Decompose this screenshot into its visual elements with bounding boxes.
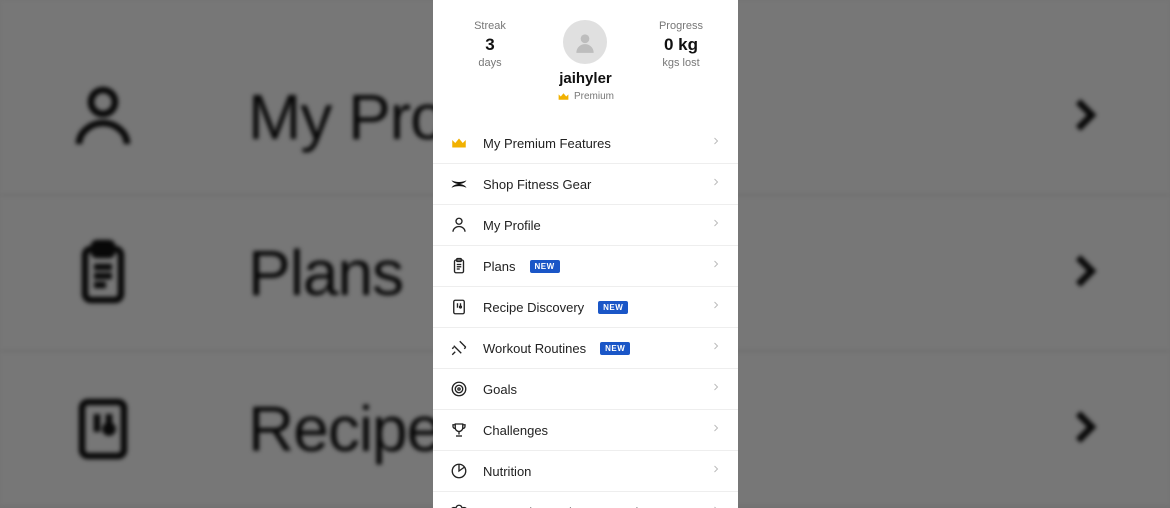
menu-label: Challenges: [483, 423, 548, 438]
menu-item-challenges[interactable]: Challenges: [433, 410, 738, 451]
menu-item-goals[interactable]: Goals: [433, 369, 738, 410]
premium-label: Premium: [574, 91, 614, 102]
recipe-icon: [449, 297, 469, 317]
chevron-right-icon: [710, 339, 722, 357]
crown-icon: [557, 90, 570, 103]
chevron-right-icon: [710, 257, 722, 275]
chevron-right-icon: [710, 298, 722, 316]
menu-label: Goals: [483, 382, 517, 397]
progress-value: 0 kg: [646, 35, 716, 55]
chevron-right-icon: [710, 462, 722, 480]
chevron-right-icon: [710, 421, 722, 439]
menu-item-meals-recipes-foods[interactable]: My Meals, Recipes & Foods: [433, 492, 738, 508]
profile-header: Streak 3 days jaihyler Premium Progress …: [433, 0, 738, 107]
progress-stat[interactable]: Progress 0 kg kgs lost: [646, 20, 716, 69]
clipboard-icon: [449, 256, 469, 276]
streak-unit: days: [455, 57, 525, 69]
menu-item-my-profile[interactable]: My Profile: [433, 205, 738, 246]
target-icon: [449, 379, 469, 399]
username: jaihyler: [559, 70, 612, 87]
menu-list: My Premium Features Shop Fitness Gear My…: [433, 123, 738, 508]
avatar[interactable]: [563, 20, 607, 64]
menu-label: Workout Routines: [483, 341, 586, 356]
chevron-right-icon: [710, 503, 722, 508]
menu-item-premium-features[interactable]: My Premium Features: [433, 123, 738, 164]
dumbbell-icon: [449, 338, 469, 358]
profile-panel: Streak 3 days jaihyler Premium Progress …: [433, 0, 738, 508]
trophy-icon: [449, 420, 469, 440]
menu-label: Nutrition: [483, 464, 531, 479]
menu-label: Shop Fitness Gear: [483, 177, 591, 192]
new-badge: NEW: [598, 301, 628, 314]
crown-icon: [449, 133, 469, 153]
menu-item-plans[interactable]: Plans NEW: [433, 246, 738, 287]
chevron-right-icon: [710, 380, 722, 398]
menu-item-workout-routines[interactable]: Workout Routines NEW: [433, 328, 738, 369]
avatar-block[interactable]: jaihyler Premium: [557, 20, 614, 103]
chevron-right-icon: [710, 216, 722, 234]
chevron-right-icon: [710, 134, 722, 152]
menu-label: Recipe Discovery: [483, 300, 584, 315]
pie-chart-icon: [449, 461, 469, 481]
menu-item-nutrition[interactable]: Nutrition: [433, 451, 738, 492]
premium-badge: Premium: [557, 90, 614, 103]
menu-label: My Premium Features: [483, 136, 611, 151]
menu-item-shop-gear[interactable]: Shop Fitness Gear: [433, 164, 738, 205]
person-icon: [449, 215, 469, 235]
new-badge: NEW: [600, 342, 630, 355]
new-badge: NEW: [530, 260, 560, 273]
under-armour-icon: [449, 174, 469, 194]
progress-label: Progress: [646, 20, 716, 32]
menu-label: My Meals, Recipes & Foods: [483, 505, 645, 508]
streak-value: 3: [455, 35, 525, 55]
menu-label: My Profile: [483, 218, 541, 233]
streak-stat[interactable]: Streak 3 days: [455, 20, 525, 69]
chevron-right-icon: [710, 175, 722, 193]
menu-label: Plans: [483, 259, 516, 274]
streak-label: Streak: [455, 20, 525, 32]
progress-unit: kgs lost: [646, 57, 716, 69]
chef-hat-icon: [449, 502, 469, 508]
menu-item-recipe-discovery[interactable]: Recipe Discovery NEW: [433, 287, 738, 328]
avatar-placeholder-icon: [572, 29, 598, 55]
